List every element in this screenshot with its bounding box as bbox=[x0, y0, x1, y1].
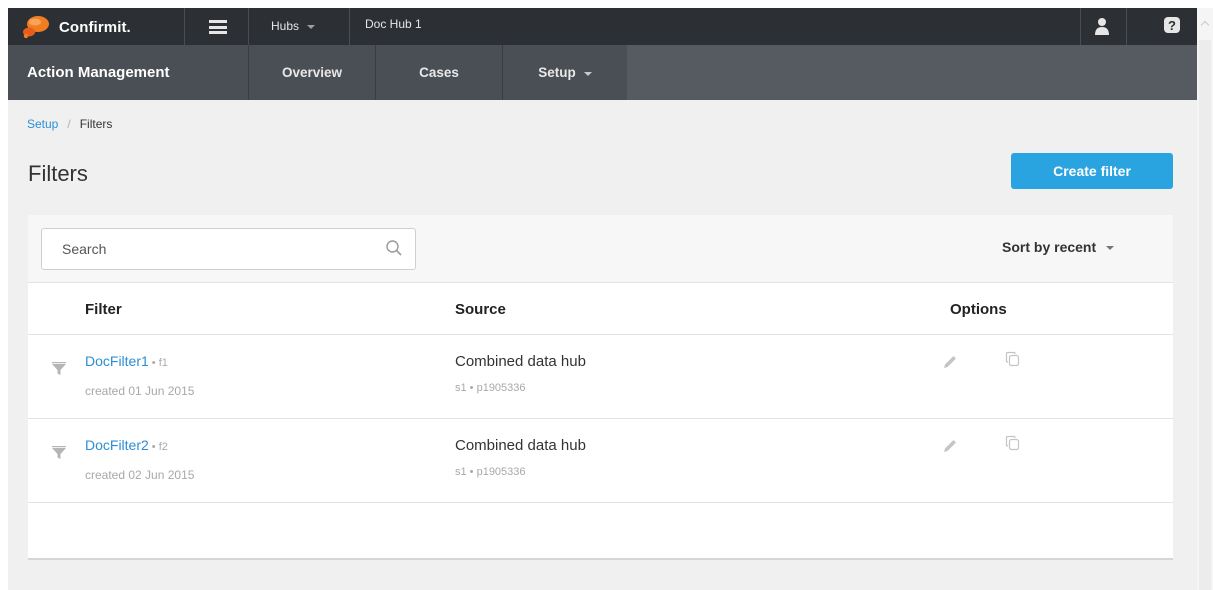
tab-label: Overview bbox=[281, 65, 343, 80]
created-date: created 02 Jun 2015 bbox=[85, 468, 195, 482]
app-section-title: Action Management bbox=[27, 64, 170, 81]
chevron-down-icon bbox=[307, 25, 316, 29]
filter-name: DocFilter1 bbox=[85, 353, 149, 369]
divider bbox=[1080, 8, 1081, 45]
tab-setup[interactable]: Setup bbox=[503, 45, 627, 100]
brand-name: Confirmit. bbox=[59, 18, 131, 36]
sort-dropdown[interactable]: Sort by recent bbox=[1002, 239, 1115, 255]
tab-label: Setup bbox=[538, 65, 576, 80]
breadcrumb-setup-link[interactable]: Setup bbox=[27, 117, 58, 131]
divider bbox=[349, 8, 350, 45]
help-icon[interactable]: ? bbox=[1163, 16, 1181, 34]
divider bbox=[1126, 8, 1127, 45]
search-box bbox=[41, 228, 416, 270]
filter-name: DocFilter2 bbox=[85, 437, 149, 453]
panel-toolbar: Sort by recent bbox=[28, 215, 1173, 283]
sort-label: Sort by recent bbox=[1002, 239, 1097, 255]
breadcrumb: Setup / Filters bbox=[27, 117, 112, 131]
source-name: Combined data hub bbox=[455, 437, 586, 454]
table-header: Filter Source Options bbox=[28, 283, 1173, 335]
tab-cases[interactable]: Cases bbox=[376, 45, 502, 100]
column-header-options: Options bbox=[950, 301, 1007, 318]
confirmit-logo-icon bbox=[23, 16, 49, 39]
app-window: Confirmit. Hubs Doc Hub 1 ? Action Manag… bbox=[8, 8, 1197, 590]
page-title: Filters bbox=[28, 161, 88, 186]
scrollbar-track[interactable] bbox=[1199, 40, 1211, 590]
filter-funnel-icon bbox=[52, 446, 66, 459]
current-hub-name[interactable]: Doc Hub 1 bbox=[365, 17, 422, 31]
filter-funnel-icon bbox=[52, 362, 66, 375]
menu-icon[interactable] bbox=[209, 20, 227, 34]
column-header-filter: Filter bbox=[85, 301, 122, 318]
brand-logo[interactable]: Confirmit. bbox=[22, 14, 131, 40]
chevron-down-icon bbox=[1106, 246, 1115, 250]
pencil-edit-icon[interactable] bbox=[942, 354, 958, 370]
breadcrumb-separator: / bbox=[67, 117, 71, 131]
sub-navigation: Action Management Overview Cases Setup bbox=[8, 45, 1197, 100]
copy-icon[interactable] bbox=[1005, 435, 1020, 451]
user-icon[interactable] bbox=[1094, 17, 1110, 35]
top-bar: Confirmit. Hubs Doc Hub 1 ? bbox=[8, 8, 1197, 45]
source-ids: s1 • p1905336 bbox=[455, 466, 526, 478]
subnav-filler bbox=[627, 45, 1197, 100]
tab-label: Cases bbox=[419, 65, 459, 80]
table-row: DocFilter2 • f2 created 02 Jun 2015 Combi… bbox=[28, 420, 1173, 503]
source-ids: s1 • p1905336 bbox=[455, 382, 526, 394]
source-name: Combined data hub bbox=[455, 353, 586, 370]
tab-overview[interactable]: Overview bbox=[249, 45, 375, 100]
chevron-down-icon bbox=[583, 71, 592, 76]
filter-id: • f1 bbox=[151, 357, 168, 369]
pencil-edit-icon[interactable] bbox=[942, 438, 958, 454]
search-icon[interactable] bbox=[385, 239, 403, 257]
create-filter-button[interactable]: Create filter bbox=[1011, 153, 1173, 189]
svg-text:?: ? bbox=[1168, 18, 1176, 33]
filter-name-link[interactable]: DocFilter2 • f2 bbox=[85, 437, 168, 453]
copy-icon[interactable] bbox=[1005, 351, 1020, 367]
hubs-dropdown[interactable]: Hubs bbox=[271, 19, 316, 33]
created-date: created 01 Jun 2015 bbox=[85, 384, 195, 398]
divider bbox=[248, 8, 249, 45]
hubs-label: Hubs bbox=[271, 19, 300, 33]
divider bbox=[184, 8, 185, 45]
column-header-source: Source bbox=[455, 301, 506, 318]
filter-id: • f2 bbox=[151, 441, 168, 453]
breadcrumb-current: Filters bbox=[79, 117, 113, 131]
table-row: DocFilter1 • f1 created 01 Jun 2015 Combi… bbox=[28, 336, 1173, 419]
filters-panel: Sort by recent Filter Source Options Doc… bbox=[28, 215, 1173, 560]
filter-name-link[interactable]: DocFilter1 • f1 bbox=[85, 353, 168, 369]
search-input[interactable] bbox=[42, 229, 362, 269]
